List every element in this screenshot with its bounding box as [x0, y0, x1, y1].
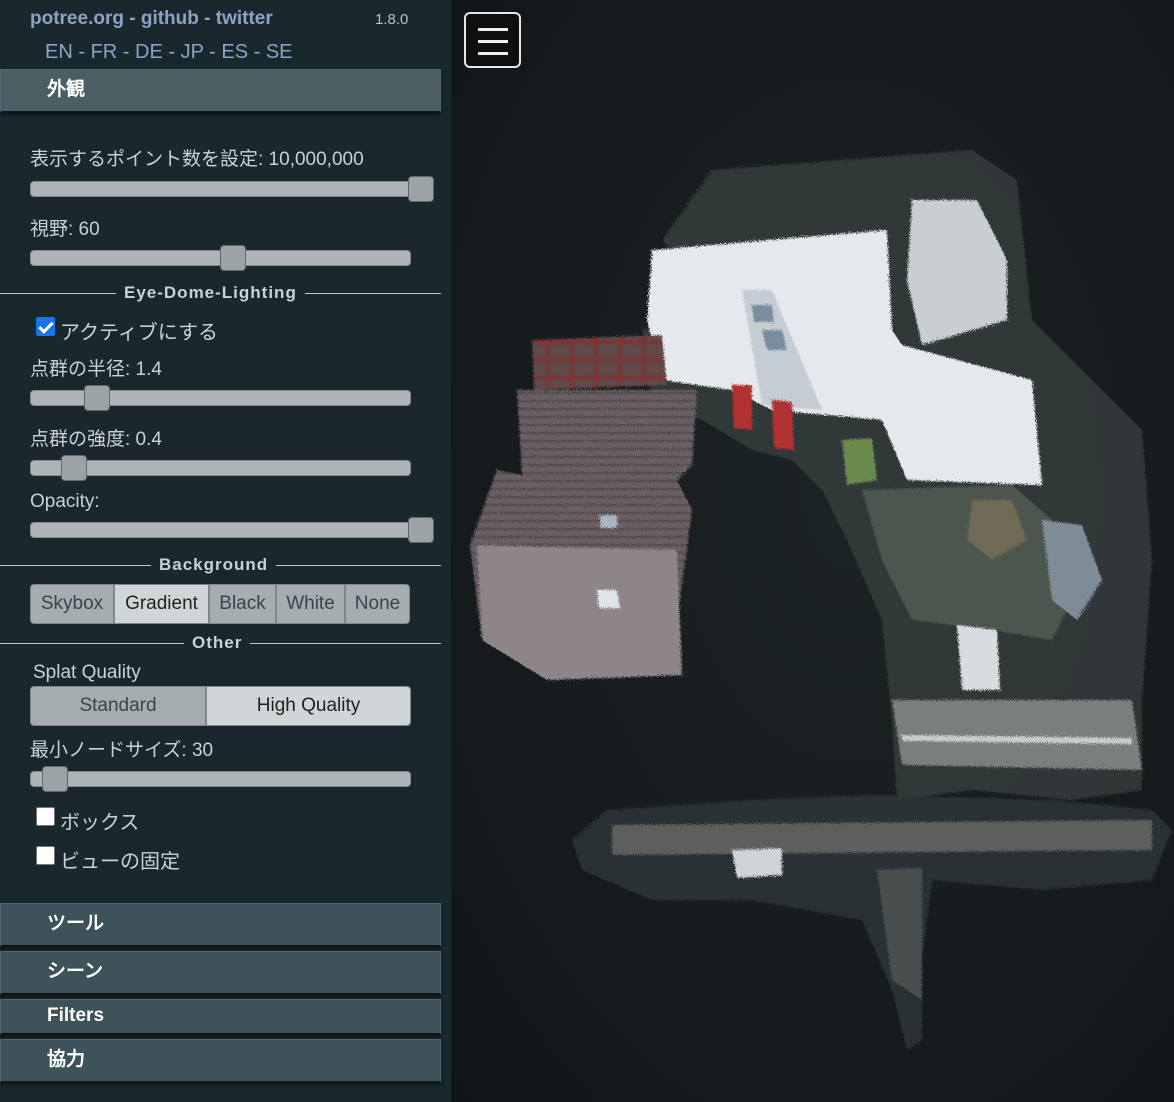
menu-bar [478, 40, 508, 43]
sidebar: potree.org - github - twitter 1.8.0 EN -… [0, 0, 452, 1102]
appearance-section-header[interactable]: 外観 [0, 69, 441, 113]
edl-enable-label: アクティブにする [60, 322, 218, 344]
min-node-size-slider[interactable] [30, 766, 411, 792]
edl-opacity-label: Opacity: [30, 491, 100, 512]
point-budget-slider[interactable] [30, 176, 434, 202]
point-budget-label: 表示するポイント数を設定: 10,000,000 [30, 149, 364, 170]
fov-label: 視野: 60 [30, 219, 100, 240]
scene-section-header[interactable]: シーン [0, 951, 441, 995]
menu-bar [478, 28, 508, 31]
slider-thumb[interactable] [83, 385, 110, 411]
edl-section-title: Eye-Dome-Lighting [116, 283, 305, 303]
fov-slider[interactable] [30, 245, 411, 271]
link-separator: - [198, 8, 216, 29]
box-checkbox[interactable] [36, 807, 55, 826]
slider-thumb[interactable] [408, 176, 434, 202]
link-github[interactable]: github [141, 8, 199, 29]
lang-fr[interactable]: FR [91, 41, 118, 63]
edl-enable-checkbox[interactable] [36, 317, 55, 336]
background-gradient-button[interactable]: Gradient [114, 584, 209, 624]
link-twitter[interactable]: twitter [216, 8, 273, 29]
edl-radius-slider[interactable] [30, 385, 411, 411]
edl-strength-slider[interactable] [30, 455, 411, 481]
lang-jp[interactable]: JP [181, 41, 204, 63]
menu-bar [478, 52, 508, 55]
slider-thumb[interactable] [219, 245, 246, 271]
edl-opacity-slider[interactable] [30, 517, 434, 543]
splat-high-quality-button[interactable]: High Quality [206, 686, 411, 726]
background-black-button[interactable]: Black [209, 584, 276, 624]
link-separator: - [123, 8, 141, 29]
background-none-button[interactable]: None [345, 584, 410, 624]
lock-view-checkbox[interactable] [36, 846, 55, 865]
lang-separator: - [162, 41, 181, 63]
slider-thumb[interactable] [61, 455, 88, 481]
filters-section-header[interactable]: Filters [0, 999, 441, 1035]
lang-separator: - [248, 41, 266, 63]
background-white-button[interactable]: White [276, 584, 345, 624]
lang-es[interactable]: ES [221, 41, 248, 63]
slider-thumb[interactable] [42, 766, 69, 792]
edl-radius-label: 点群の半径: 1.4 [30, 359, 162, 380]
language-links: EN - FR - DE - JP - ES - SE [45, 41, 293, 64]
lang-separator: - [203, 41, 222, 63]
background-button-group: Skybox Gradient Black White None [30, 584, 410, 624]
background-section-title: Background [151, 555, 277, 575]
lang-de[interactable]: DE [135, 41, 163, 63]
point-cloud-render[interactable] [452, 0, 1174, 1102]
lang-se[interactable]: SE [266, 41, 293, 63]
box-label: ボックス [60, 812, 140, 834]
about-section-header[interactable]: 協力 [0, 1039, 441, 1083]
lang-separator: - [117, 41, 136, 63]
link-potree[interactable]: potree.org [30, 8, 124, 29]
slider-thumb[interactable] [408, 517, 434, 543]
version-label: 1.8.0 [375, 11, 409, 28]
background-skybox-button[interactable]: Skybox [30, 584, 114, 624]
other-section-title: Other [184, 633, 251, 653]
point-cloud-viewer[interactable] [452, 0, 1174, 1102]
edl-strength-label: 点群の強度: 0.4 [30, 429, 162, 450]
lock-view-label: ビューの固定 [60, 851, 180, 873]
splat-quality-button-group: Standard High Quality [30, 686, 411, 726]
menu-toggle-button[interactable] [464, 12, 521, 68]
lang-en[interactable]: EN [45, 41, 73, 63]
splat-quality-label: Splat Quality [33, 662, 141, 683]
min-node-size-label: 最小ノードサイズ: 30 [30, 740, 214, 761]
header-links: potree.org - github - twitter [30, 8, 273, 30]
splat-standard-button[interactable]: Standard [30, 686, 206, 726]
tools-section-header[interactable]: ツール [0, 903, 441, 947]
lang-separator: - [72, 41, 91, 63]
